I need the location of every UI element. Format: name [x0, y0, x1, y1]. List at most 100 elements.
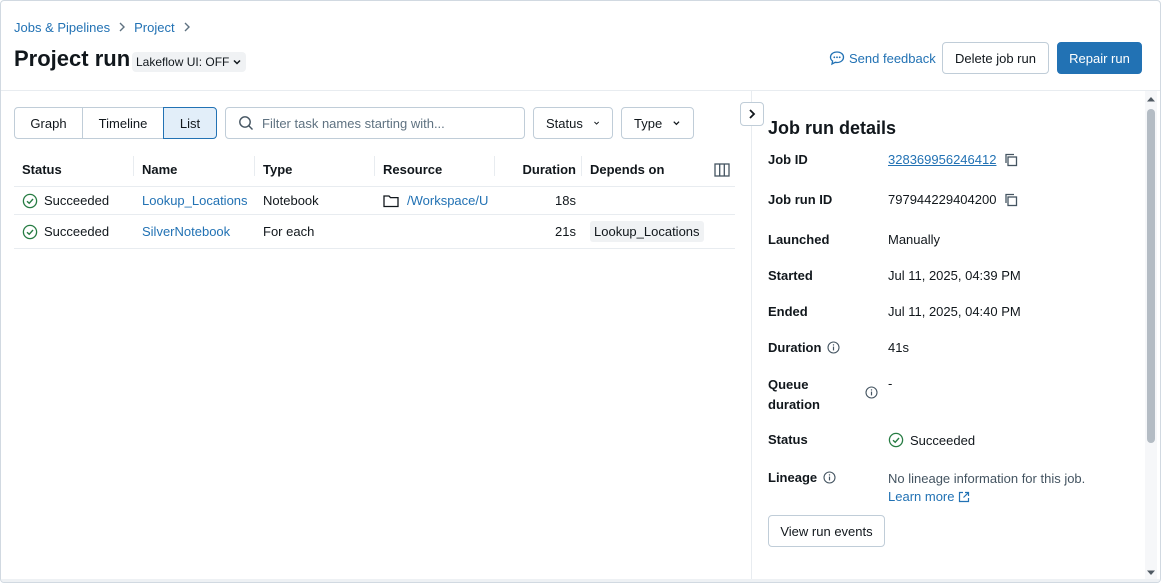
folder-icon: [383, 194, 399, 207]
type-filter-label: Type: [634, 115, 663, 131]
started-value: Jul 11, 2025, 04:39 PM: [888, 268, 1021, 283]
tab-timeline[interactable]: Timeline: [82, 107, 164, 139]
lakeflow-ui-label: Lakeflow UI: OFF: [136, 55, 230, 69]
header-divider: [1, 90, 1160, 91]
info-icon[interactable]: [865, 386, 878, 402]
task-name: SilverNotebook: [142, 224, 231, 239]
launched-value: Manually: [888, 232, 941, 247]
bottom-edge: [1, 579, 1160, 582]
info-icon[interactable]: [823, 471, 836, 484]
learn-more-link[interactable]: Learn more: [888, 489, 970, 504]
scroll-up-arrow-icon[interactable]: [1146, 95, 1156, 103]
status-cell: Succeeded: [14, 187, 134, 214]
status-text: Succeeded: [44, 224, 110, 239]
resource-cell: [375, 215, 495, 248]
task-name-link[interactable]: Lookup_Locations: [134, 187, 255, 214]
tab-graph[interactable]: Graph: [14, 107, 83, 139]
started-label: Started: [768, 268, 813, 283]
resource-link[interactable]: /Workspace/U: [375, 187, 495, 214]
job-id-value: 328369956246412: [888, 152, 1018, 167]
page-title: Project run: [14, 46, 131, 71]
task-table: Status Name Type Resource Duration Depen…: [14, 153, 735, 249]
task-duration: 21s: [555, 224, 576, 239]
depends-on-tag[interactable]: Lookup_Locations: [590, 221, 704, 242]
learn-more-text: Learn more: [888, 489, 955, 504]
send-feedback-link[interactable]: Send feedback: [829, 50, 936, 66]
status-text: Succeeded: [44, 193, 110, 208]
task-duration: 18s: [555, 193, 576, 208]
breadcrumb-jobs-pipelines[interactable]: Jobs & Pipelines: [14, 20, 110, 35]
task-type: For each: [263, 224, 315, 239]
breadcrumb-project[interactable]: Project: [134, 20, 174, 35]
external-link-icon: [959, 491, 970, 502]
job-run-id-value: 797944229404200: [888, 192, 1018, 207]
ended-label: Ended: [768, 304, 808, 319]
info-icon[interactable]: [827, 341, 841, 354]
panel-title: Job run details: [768, 118, 897, 138]
lineage-info-text: No lineage information for this job.: [888, 471, 1086, 486]
chevron-down-icon: [233, 59, 241, 65]
table-row[interactable]: Succeeded Lookup_Locations Notebook /Wor…: [14, 187, 735, 215]
duration-label-text: Duration: [768, 340, 822, 355]
panel-scrollbar-thumb[interactable]: [1147, 109, 1155, 443]
duration-value: 41s: [888, 340, 909, 355]
tab-list[interactable]: List: [163, 107, 217, 139]
panel-collapse-icon[interactable]: [740, 102, 764, 126]
chevron-right-icon: [118, 21, 126, 35]
column-header-name[interactable]: Name: [134, 153, 255, 186]
scroll-down-arrow-icon[interactable]: [1146, 569, 1156, 577]
column-header-depends-on[interactable]: Depends on: [582, 153, 708, 186]
chevron-down-icon: [593, 121, 599, 125]
job-run-id-label: Job run ID: [768, 192, 833, 207]
queue-duration-value: -: [888, 376, 893, 391]
depends-on-cell: Lookup_Locations: [582, 215, 708, 248]
success-check-icon: [22, 193, 38, 208]
job-id-label: Job ID: [768, 152, 808, 167]
status-filter-dropdown[interactable]: Status: [533, 107, 613, 139]
queue-duration-label: Queue duration: [768, 377, 820, 412]
panel-divider: [751, 91, 752, 582]
columns-icon[interactable]: [708, 153, 735, 186]
copy-icon[interactable]: [1004, 193, 1018, 207]
task-name-link[interactable]: SilverNotebook: [134, 215, 255, 248]
chevron-right-icon: [183, 21, 191, 35]
lineage-label-text: Lineage: [768, 470, 818, 485]
status-label: Status: [768, 432, 808, 447]
status-value: Succeeded: [888, 432, 975, 448]
view-switcher: Graph Timeline List: [14, 107, 217, 139]
column-header-status[interactable]: Status: [14, 153, 134, 186]
status-filter-label: Status: [546, 115, 583, 131]
column-header-type[interactable]: Type: [255, 153, 375, 186]
job-id-link[interactable]: 328369956246412: [888, 152, 996, 167]
duration-label: Duration: [768, 340, 841, 355]
launched-label: Launched: [768, 232, 830, 247]
success-check-icon: [22, 224, 38, 239]
status-value-text: Succeeded: [910, 432, 976, 448]
column-header-resource[interactable]: Resource: [375, 153, 495, 186]
task-type: Notebook: [263, 193, 319, 208]
task-filter-input[interactable]: [262, 115, 512, 131]
view-run-events-button[interactable]: View run events: [768, 515, 885, 547]
table-row[interactable]: Succeeded SilverNotebook For each 21s Lo…: [14, 215, 735, 249]
repair-run-button[interactable]: Repair run: [1057, 42, 1142, 74]
breadcrumb: Jobs & Pipelines Project: [14, 20, 199, 35]
job-run-page: Jobs & Pipelines Project Project run Lak…: [0, 0, 1161, 583]
resource-path: /Workspace/U: [407, 193, 489, 208]
send-feedback-label: Send feedback: [849, 50, 936, 66]
row-spacer: [708, 187, 735, 214]
status-cell: Succeeded: [14, 215, 134, 248]
lineage-label: Lineage: [768, 470, 836, 485]
table-header: Status Name Type Resource Duration Depen…: [14, 153, 735, 187]
type-filter-dropdown[interactable]: Type: [621, 107, 694, 139]
column-header-duration[interactable]: Duration: [495, 153, 582, 186]
task-filter-search[interactable]: [225, 107, 525, 139]
ended-value: Jul 11, 2025, 04:40 PM: [888, 304, 1021, 319]
copy-icon[interactable]: [1004, 153, 1018, 167]
depends-on-cell: [582, 187, 708, 214]
delete-job-run-button[interactable]: Delete job run: [942, 42, 1049, 74]
feedback-icon: [829, 51, 845, 66]
chevron-down-icon: [673, 121, 680, 126]
success-check-icon: [888, 432, 904, 448]
lakeflow-ui-toggle[interactable]: Lakeflow UI: OFF: [132, 52, 247, 72]
job-run-id-text: 797944229404200: [888, 192, 997, 207]
